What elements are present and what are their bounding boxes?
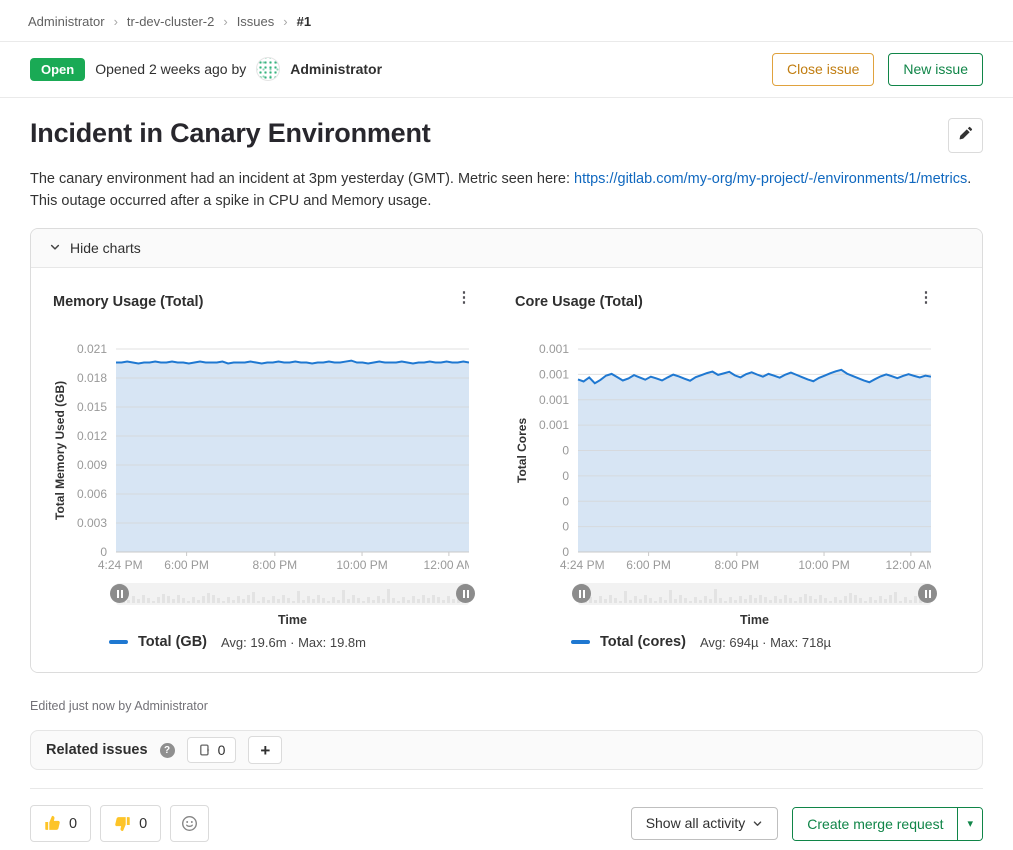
status-badge: Open [30, 58, 85, 81]
author-link[interactable]: Administrator [290, 61, 382, 77]
x-axis-title: Time [578, 613, 931, 627]
x-axis-title: Time [116, 613, 469, 627]
svg-text:0: 0 [562, 444, 569, 458]
breadcrumb-group[interactable]: Administrator [28, 14, 105, 29]
edit-title-button[interactable] [948, 118, 983, 153]
breadcrumb: Administrator › tr-dev-cluster-2 › Issue… [0, 0, 1013, 42]
help-icon[interactable]: ? [160, 743, 175, 758]
y-axis-title: Total Memory Used (GB) [53, 349, 67, 552]
issue-status-bar: Open Opened 2 weeks ago by Administrator… [0, 42, 1013, 98]
svg-text:0.009: 0.009 [77, 458, 107, 472]
new-issue-button[interactable]: New issue [888, 53, 983, 86]
thumbs-up-count: 0 [69, 816, 77, 832]
breadcrumb-separator-icon: › [283, 14, 287, 29]
thumbs-up-button[interactable]: 0 [30, 805, 91, 842]
svg-text:4:24 PM: 4:24 PM [98, 558, 143, 572]
issue-icon [198, 743, 212, 757]
y-axis-title: Total Cores [515, 349, 529, 552]
chart-title: Memory Usage (Total) [53, 294, 203, 310]
legend-item[interactable]: Total (cores) Avg: 694µ · Max: 718µ [571, 634, 935, 650]
memory-usage-chart: Memory Usage (Total) ⋮ Total Memory Used… [53, 294, 473, 650]
svg-text:12:00 AM: 12:00 AM [886, 558, 931, 572]
svg-text:8:00 PM: 8:00 PM [252, 558, 297, 572]
thumbs-up-icon [44, 815, 61, 832]
zoom-handle-right-icon[interactable] [456, 584, 475, 603]
svg-text:0.018: 0.018 [77, 371, 107, 385]
chart-zoom-minimap[interactable] [116, 582, 469, 606]
description-text: The canary environment had an incident a… [30, 171, 574, 187]
svg-text:0.001: 0.001 [539, 418, 569, 432]
svg-text:0: 0 [562, 520, 569, 534]
svg-text:0.015: 0.015 [77, 400, 107, 414]
legend-swatch [571, 640, 590, 644]
chart-zoom-minimap[interactable] [578, 582, 931, 606]
svg-text:0: 0 [562, 545, 569, 559]
issue-title: Incident in Canary Environment [30, 118, 431, 149]
svg-text:0.006: 0.006 [77, 487, 107, 501]
chart-menu-button[interactable]: ⋮ [917, 294, 935, 302]
breadcrumb-project[interactable]: tr-dev-cluster-2 [127, 14, 214, 29]
breadcrumb-issues[interactable]: Issues [237, 14, 275, 29]
issue-description: The canary environment had an incident a… [30, 169, 983, 213]
metrics-link[interactable]: https://gitlab.com/my-org/my-project/-/e… [574, 171, 967, 187]
legend-label: Total (cores) [600, 634, 686, 650]
breadcrumb-separator-icon: › [223, 14, 227, 29]
avatar[interactable] [256, 57, 280, 81]
related-issues-card: Related issues ? 0 + [30, 730, 983, 770]
thumbs-down-icon [114, 815, 131, 832]
svg-text:0.021: 0.021 [77, 342, 107, 356]
chart-title: Core Usage (Total) [515, 294, 643, 310]
svg-text:0.001: 0.001 [539, 342, 569, 356]
related-issues-count: 0 [218, 742, 226, 758]
svg-text:0.003: 0.003 [77, 516, 107, 530]
svg-text:10:00 PM: 10:00 PM [798, 558, 849, 572]
thumbs-down-count: 0 [139, 816, 147, 832]
close-issue-button[interactable]: Close issue [772, 53, 874, 86]
legend-stats: Avg: 694µ · Max: 718µ [700, 635, 831, 650]
related-issues-count-badge: 0 [187, 737, 237, 763]
legend-stats: Avg: 19.6m · Max: 19.8m [221, 635, 366, 650]
create-merge-request-caret-button[interactable]: ▾ [957, 808, 982, 840]
breadcrumb-issue-number: #1 [297, 14, 311, 29]
svg-text:8:00 PM: 8:00 PM [714, 558, 759, 572]
svg-text:0: 0 [562, 495, 569, 509]
svg-text:0.001: 0.001 [539, 368, 569, 382]
svg-text:12:00 AM: 12:00 AM [424, 558, 469, 572]
activity-filter-dropdown[interactable]: Show all activity [631, 807, 779, 840]
create-merge-request-split-button: Create merge request ▾ [792, 807, 983, 841]
thumbs-down-button[interactable]: 0 [100, 805, 161, 842]
core-usage-chart: Core Usage (Total) ⋮ Total Cores 0.001 0.… [515, 294, 935, 650]
metrics-panel: Hide charts Memory Usage (Total) ⋮ Total… [30, 228, 983, 673]
svg-text:6:00 PM: 6:00 PM [626, 558, 671, 572]
smiley-icon [181, 815, 198, 832]
chart-canvas[interactable]: 0.021 0.018 0.015 0.012 0.009 0.006 0.003 04:24… [53, 341, 469, 573]
add-related-issue-button[interactable]: + [248, 736, 282, 764]
activity-filter-label: Show all activity [646, 815, 746, 832]
svg-text:0.001: 0.001 [539, 393, 569, 407]
hide-charts-toggle[interactable]: Hide charts [31, 229, 982, 268]
svg-text:4:24 PM: 4:24 PM [560, 558, 605, 572]
svg-text:6:00 PM: 6:00 PM [164, 558, 209, 572]
breadcrumb-separator-icon: › [114, 14, 118, 29]
svg-text:0: 0 [100, 545, 107, 559]
chevron-down-icon [49, 240, 61, 256]
opened-text: Opened 2 weeks ago by [95, 61, 246, 77]
chevron-down-icon [752, 818, 763, 829]
chart-canvas[interactable]: 0.0010.0010.0010.001000004:24 PM6:00 PM8… [515, 341, 931, 573]
zoom-handle-right-icon[interactable] [918, 584, 937, 603]
add-emoji-button[interactable] [170, 805, 209, 842]
related-issues-title: Related issues [46, 742, 148, 758]
legend-swatch [109, 640, 128, 644]
pencil-icon [958, 126, 973, 144]
chart-menu-button[interactable]: ⋮ [455, 294, 473, 302]
legend-label: Total (GB) [138, 634, 207, 650]
svg-text:10:00 PM: 10:00 PM [336, 558, 387, 572]
svg-text:0.012: 0.012 [77, 429, 107, 443]
svg-text:0: 0 [562, 469, 569, 483]
legend-item[interactable]: Total (GB) Avg: 19.6m · Max: 19.8m [109, 634, 473, 650]
edited-note: Edited just now by Administrator [30, 699, 983, 713]
create-merge-request-button[interactable]: Create merge request [793, 808, 957, 840]
hide-charts-label: Hide charts [70, 240, 141, 256]
